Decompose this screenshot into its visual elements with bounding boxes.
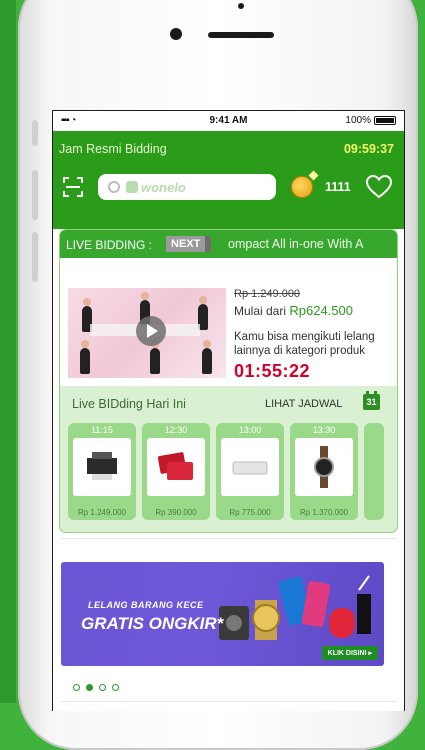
live-countdown: 01:55:22: [234, 361, 311, 381]
slot-time: 13:00: [238, 425, 262, 435]
scan-icon[interactable]: [63, 177, 83, 197]
bid-slot-card[interactable]: 13:30 Rp 1.370.000: [290, 423, 358, 520]
slot-price: Rp 390.000: [155, 508, 197, 517]
mute-switch: [32, 120, 38, 146]
bid-slot-card[interactable]: 12:30 Rp 390.000: [142, 423, 210, 520]
header-title: Jam Resmi Bidding: [59, 142, 167, 156]
old-price: Rp 1.249.000: [234, 288, 301, 300]
battery-percent: 100%: [345, 115, 371, 126]
live-video-thumbnail[interactable]: [68, 288, 226, 378]
search-brand-logo: wonelo: [126, 180, 186, 195]
today-title: Live BIDding Hari Ini: [72, 397, 186, 411]
promo-subtitle: LELANG BARANG KECE: [88, 600, 204, 610]
app-header: Jam Resmi Bidding 09:59:37 wonelo 1111: [53, 131, 404, 229]
calendar-icon[interactable]: 31: [363, 391, 380, 410]
bidding-slot-carousel[interactable]: 11:15 Rp 1.249.000 12:30 Rp 390.000 13:0…: [68, 423, 397, 523]
carousel-dot[interactable]: [73, 684, 80, 691]
live-product-panel[interactable]: Rp 1.249.000 Mulai dari Rp624.500 Kamu b…: [60, 258, 397, 386]
promo-title: GRATIS ONGKIR*: [81, 614, 224, 633]
slot-price: Rp 1.249.000: [77, 508, 127, 517]
live-bidding-label: LIVE BIDDING :: [66, 238, 153, 252]
start-price-label: Mulai dari: [234, 304, 287, 318]
gift-card-icon: [147, 438, 205, 496]
start-price: Mulai dari Rp624.500: [234, 303, 353, 318]
today-bidding-header: Live BIDding Hari Ini LIHAT JADWAL 31: [60, 386, 397, 418]
presenter-figure: [202, 340, 212, 374]
battery-icon: [374, 116, 396, 125]
slot-price: Rp 775.000: [229, 508, 271, 517]
watch-icon: [295, 438, 353, 496]
coin-count: 1111: [325, 180, 351, 194]
brand-glyph-icon: [126, 181, 138, 193]
search-icon: [108, 181, 120, 193]
promo-cta-button[interactable]: KLIK DISINI ▸: [321, 646, 378, 660]
promo-banner[interactable]: LELANG BARANG KECE GRATIS ONGKIR* KLIK D…: [61, 562, 384, 666]
volume-up-button: [32, 170, 38, 220]
coin-icon[interactable]: [291, 176, 313, 198]
header-timer: 09:59:37: [343, 142, 394, 156]
volume-down-button: [32, 232, 38, 282]
play-icon[interactable]: [136, 316, 166, 346]
live-bidding-strip: LIVE BIDDING : NEXT ompact All in-one Wi…: [60, 230, 397, 258]
view-schedule-link[interactable]: LIHAT JADWAL: [265, 398, 342, 410]
carousel-dot[interactable]: [99, 684, 106, 691]
background-edge: [0, 0, 16, 703]
bid-slot-card[interactable]: 11:15 Rp 1.249.000: [68, 423, 136, 520]
presenter-figure: [150, 340, 160, 374]
carousel-dot[interactable]: [112, 684, 119, 691]
wishlist-heart-icon[interactable]: [366, 175, 392, 199]
search-brand-text: wonelo: [141, 179, 186, 195]
next-button[interactable]: NEXT: [166, 236, 212, 252]
search-input[interactable]: wonelo: [98, 174, 276, 200]
front-camera: [170, 28, 182, 40]
battery-indicator: 100%: [345, 115, 396, 126]
status-bar: ▪▪▪ ◔ 9:41 AM 100%: [53, 111, 404, 131]
slot-time: 13:30: [312, 425, 336, 435]
earpiece-speaker: [208, 32, 274, 38]
slot-price: Rp 1.370.000: [299, 508, 349, 517]
router-icon: [221, 438, 279, 496]
bid-slot-card[interactable]: 13:00 Rp 775.000: [216, 423, 284, 520]
section-divider: [61, 538, 396, 539]
live-bidding-card: LIVE BIDDING : NEXT ompact All in-one Wi…: [59, 229, 398, 533]
app-screen: ▪▪▪ ◔ 9:41 AM 100% Jam Resmi Bidding 09:…: [52, 110, 405, 711]
start-price-value: Rp624.500: [289, 303, 353, 318]
bid-slot-card-partial[interactable]: [364, 423, 384, 520]
printer-icon: [73, 438, 131, 496]
section-divider: [61, 701, 396, 702]
presenter-figure: [80, 340, 90, 374]
proximity-sensor: [238, 3, 244, 9]
slot-time: 12:30: [164, 425, 188, 435]
slot-time: 11:15: [91, 425, 113, 435]
carousel-dot-active[interactable]: [86, 684, 93, 691]
live-ticker-text: ompact All in-one With A: [228, 237, 364, 251]
live-description: Kamu bisa mengikuti lelang lainnya di ka…: [234, 331, 375, 357]
